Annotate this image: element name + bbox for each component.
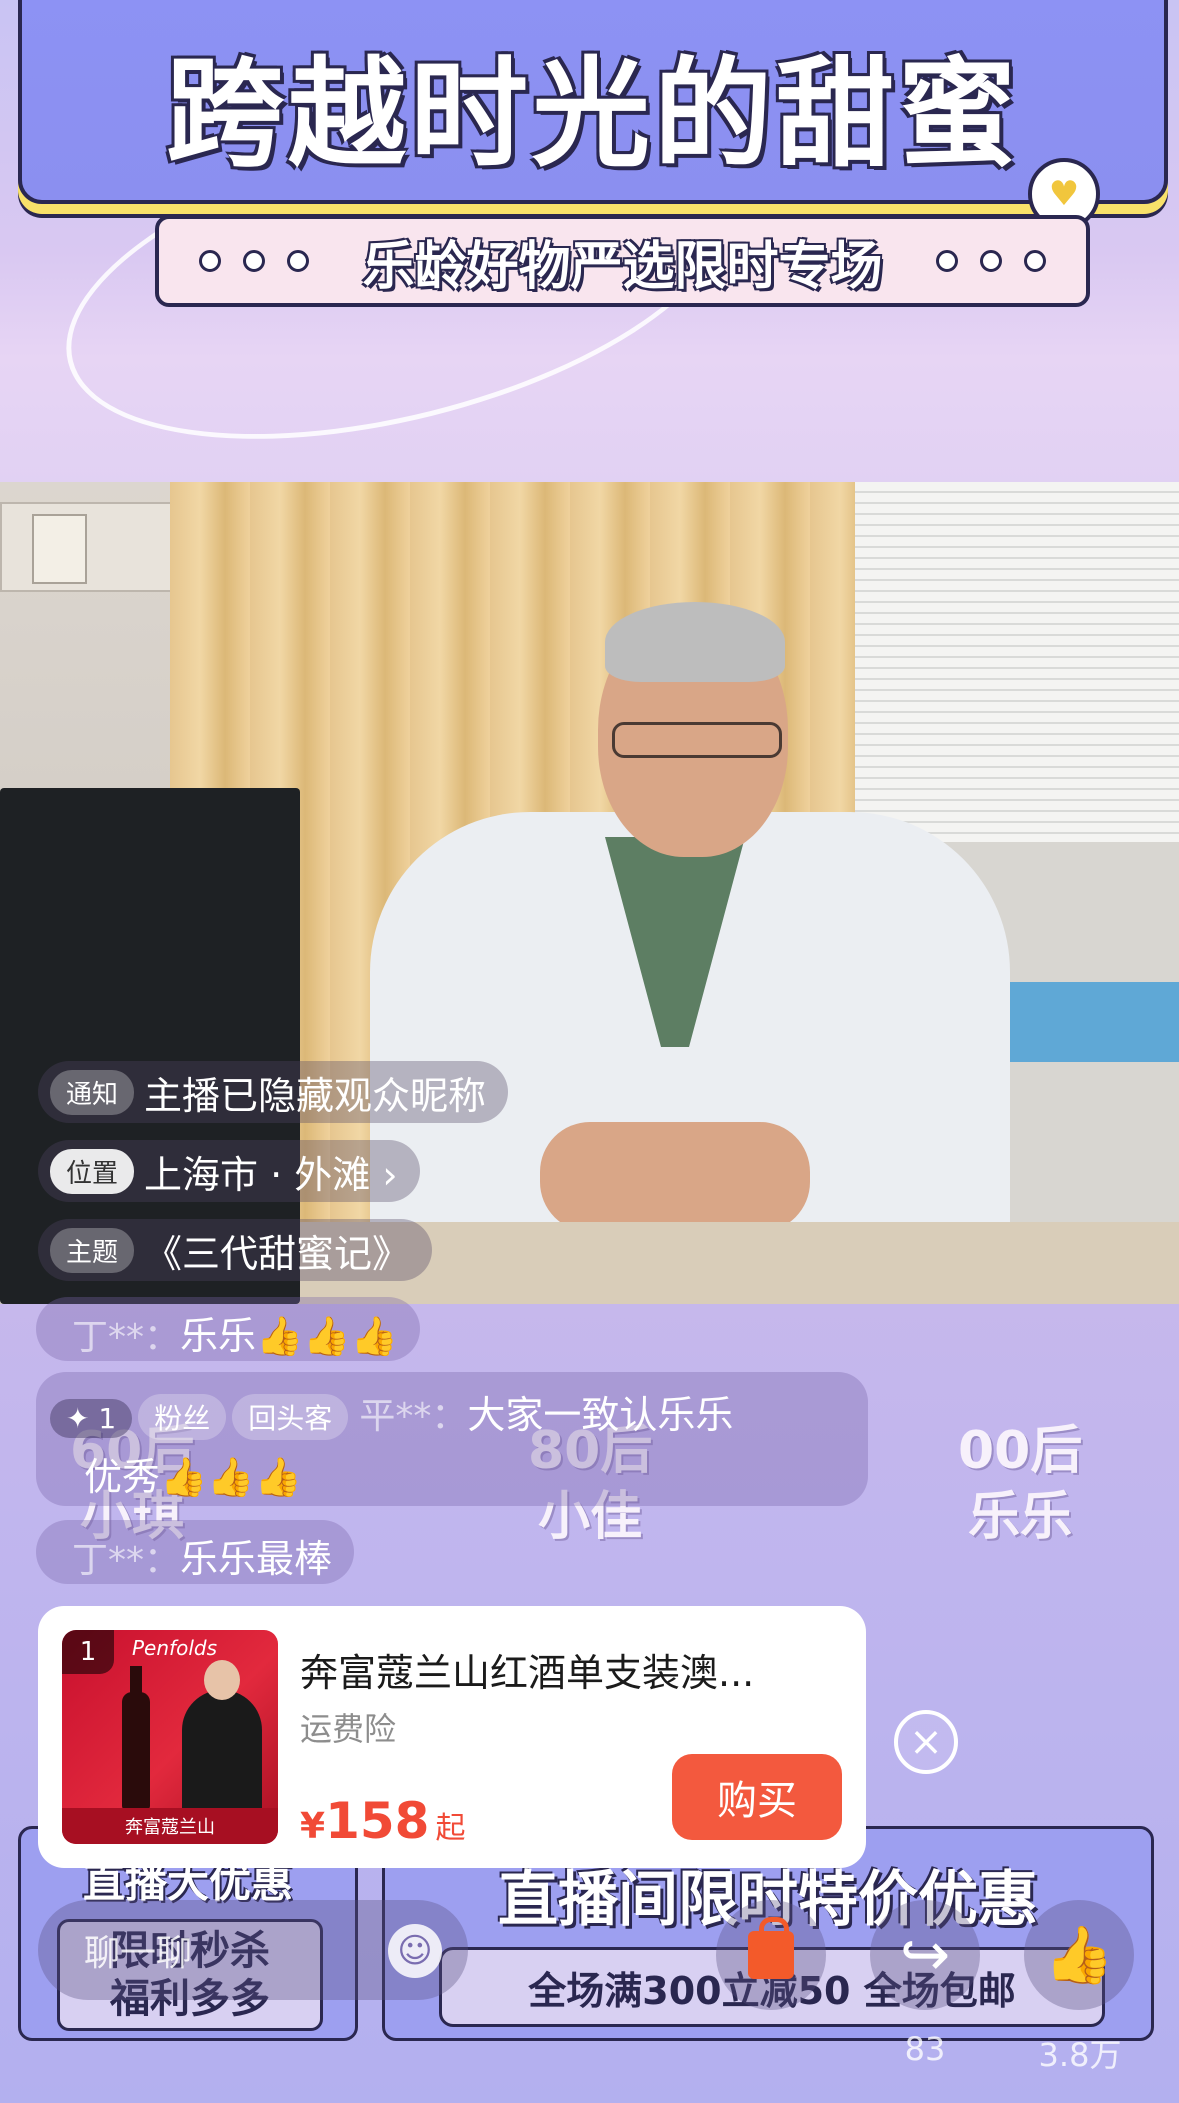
home-indicator bbox=[430, 2094, 750, 2102]
video-doctor-hair bbox=[605, 602, 785, 682]
notice-chip: 通知 主播已隐藏观众昵称 bbox=[38, 1061, 509, 1123]
comment-text: 大家一致认乐乐 bbox=[467, 1393, 734, 1437]
product-price: ¥158 起 bbox=[300, 1792, 465, 1850]
generation-name: 乐乐 bbox=[968, 1487, 1073, 1547]
comment-item: 丁**：乐乐最棒 bbox=[36, 1520, 355, 1584]
comment-item: 丁**：乐乐👍👍👍 bbox=[36, 1297, 420, 1361]
video-doctor-hands bbox=[540, 1122, 810, 1232]
buy-button[interactable]: 购买 bbox=[672, 1754, 842, 1840]
notice-tag: 通知 bbox=[50, 1069, 135, 1115]
chat-placeholder: 聊一聊 bbox=[84, 1933, 193, 1974]
fan-badge: 粉丝 bbox=[138, 1394, 227, 1440]
comment-text: 乐乐 bbox=[180, 1314, 257, 1358]
comment-user: 丁**： bbox=[72, 1540, 181, 1581]
comment-text: 乐乐最棒 bbox=[180, 1537, 333, 1581]
dots-decoration-right bbox=[935, 250, 1046, 272]
topic-chip[interactable]: 主题 《三代甜蜜记》 bbox=[38, 1219, 433, 1281]
notice-text: 主播已隐藏观众昵称 bbox=[144, 1073, 487, 1118]
product-tag: 运费险 bbox=[300, 1710, 397, 1748]
location-text[interactable]: 上海市 · 外滩 › bbox=[144, 1144, 398, 1199]
location-chip[interactable]: 位置 上海市 · 外滩 › bbox=[38, 1140, 420, 1202]
share-count: 83 bbox=[904, 2030, 946, 2068]
spokesperson-image bbox=[182, 1660, 262, 1820]
price-currency: ¥ bbox=[300, 1806, 326, 1847]
banner-subtitle-panel: 乐龄好物严选限时专场 bbox=[155, 215, 1090, 307]
share-icon: ↩ bbox=[899, 1920, 951, 1990]
thumbs-up-emoji: 👍👍👍 bbox=[256, 1314, 398, 1358]
product-thumb-caption: 奔富蔻兰山 bbox=[62, 1808, 278, 1844]
live-stream-page: 跨越时光的甜蜜 ♥ 乐龄好物严选限时专场 通知 主播已隐藏观众昵称 位置 上海市… bbox=[0, 0, 1179, 2103]
share-button[interactable]: ↩ bbox=[870, 1900, 980, 2010]
topic-tag: 主题 bbox=[50, 1227, 135, 1273]
video-wall-socket bbox=[0, 502, 175, 592]
generation-era: 00后 bbox=[958, 1421, 1083, 1481]
generation-label-00s: 00后 乐乐 bbox=[958, 1418, 1082, 1550]
video-doctor-glasses bbox=[612, 722, 782, 758]
like-count: 3.8万 bbox=[1038, 2036, 1122, 2074]
product-index: 1 bbox=[62, 1630, 114, 1674]
product-title[interactable]: 奔富蔻兰山红酒单支装澳... bbox=[300, 1642, 840, 1697]
dots-decoration-left bbox=[199, 250, 309, 272]
thumbs-up-emoji: 👍👍👍 bbox=[160, 1455, 302, 1499]
video-window-blind bbox=[855, 482, 1179, 842]
plus-one-badge: ✦ 1 bbox=[50, 1399, 133, 1438]
product-thumbnail[interactable]: 1 Penfolds 奔富蔻兰山 bbox=[62, 1630, 278, 1844]
close-icon[interactable]: × bbox=[894, 1710, 958, 1774]
location-tag: 位置 bbox=[50, 1148, 135, 1194]
banner-subtitle: 乐龄好物严选限时专场 bbox=[362, 236, 883, 297]
shopping-bag-button[interactable] bbox=[716, 1900, 826, 2010]
comment-user: 平**： bbox=[359, 1396, 468, 1437]
banner-title-panel: 跨越时光的甜蜜 bbox=[18, 0, 1168, 204]
comment-user: 丁**： bbox=[72, 1317, 181, 1358]
shopping-bag-icon bbox=[748, 1917, 794, 1979]
chat-input[interactable]: 聊一聊 ☺ bbox=[38, 1900, 468, 2000]
comment-text-continued: 优秀 bbox=[84, 1455, 161, 1499]
emoji-icon[interactable]: ☺ bbox=[388, 1924, 442, 1978]
topic-text: 《三代甜蜜记》 bbox=[144, 1231, 411, 1276]
thumbs-up-icon: 👍 bbox=[1044, 1923, 1114, 1988]
product-brand-logo: Penfolds bbox=[132, 1636, 217, 1660]
returning-badge: 回头客 bbox=[232, 1394, 349, 1440]
wine-bottle-image bbox=[122, 1666, 150, 1810]
price-value: 158 bbox=[325, 1792, 430, 1850]
price-suffix: 起 bbox=[435, 1811, 466, 1846]
product-card[interactable]: 1 Penfolds 奔富蔻兰山 奔富蔻兰山红酒单支装澳... 运费险 ¥158… bbox=[38, 1606, 866, 1868]
banner-title: 跨越时光的甜蜜 bbox=[165, 44, 1020, 183]
like-button[interactable]: 👍 bbox=[1024, 1900, 1134, 2010]
comment-item: ✦ 1 粉丝 回头客 平**：大家一致认乐乐 优秀👍👍👍 bbox=[36, 1372, 868, 1506]
